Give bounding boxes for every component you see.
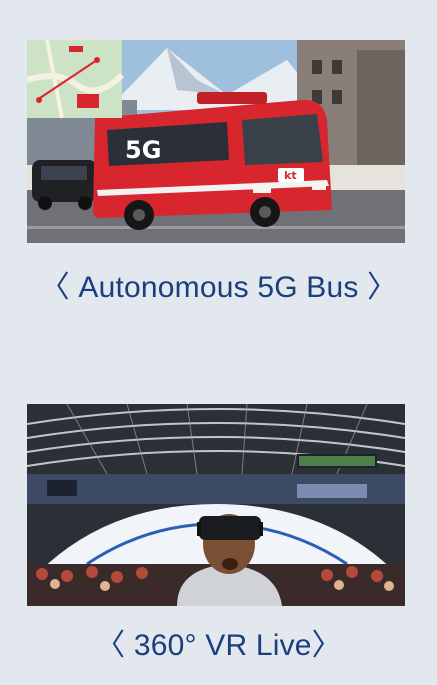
bus-illustration: 5G kt [27, 40, 405, 243]
autonomous-bus-caption: 〈 Autonomous 5G Bus 〉 [39, 271, 398, 304]
vr-live-caption: 〈 360° VR Live〉 [95, 629, 342, 662]
bus-livery-text: 5G [125, 136, 161, 164]
autonomous-bus-image: 5G kt [27, 40, 405, 243]
vr-live-image [27, 404, 405, 606]
bus-logo-text: kt [284, 169, 297, 182]
vr-arena-illustration [27, 404, 405, 606]
